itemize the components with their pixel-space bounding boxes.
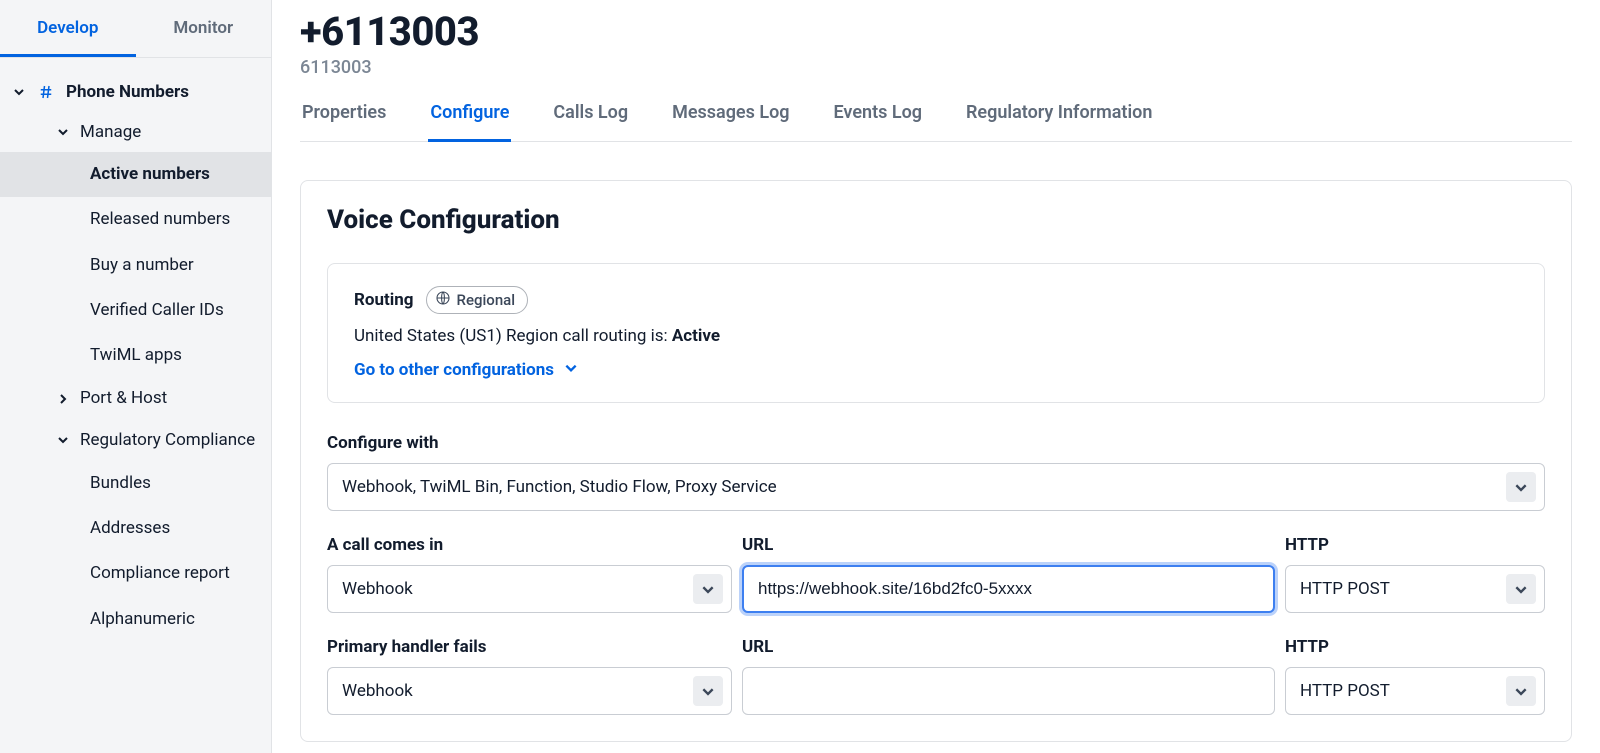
nav-item-buy-a-number[interactable]: Buy a number [0, 243, 271, 288]
primary-fail-http-label: HTTP [1285, 637, 1545, 657]
tab-configure[interactable]: Configure [428, 102, 511, 142]
regional-badge-label: Regional [457, 291, 516, 309]
sidebar-tab-develop[interactable]: Develop [0, 0, 136, 57]
tab-events-log[interactable]: Events Log [832, 102, 925, 142]
call-comes-in-row: A call comes in Webhook URL HTTP HTTP PO… [327, 535, 1545, 613]
nav-item-compliance-report[interactable]: Compliance report [0, 551, 271, 596]
call-in-http-select[interactable]: HTTP POST [1285, 565, 1545, 613]
go-other-configurations-link[interactable]: Go to other configurations [354, 360, 578, 380]
nav-item-addresses[interactable]: Addresses [0, 506, 271, 551]
configure-with-label: Configure with [327, 433, 1545, 453]
primary-fail-select[interactable]: Webhook [327, 667, 732, 715]
routing-box: Routing Regional United States (US1) Reg… [327, 263, 1545, 403]
call-comes-in-value: Webhook [342, 579, 413, 599]
nav-item-bundles[interactable]: Bundles [0, 461, 271, 506]
go-other-label: Go to other configurations [354, 360, 554, 380]
configure-with-value: Webhook, TwiML Bin, Function, Studio Flo… [342, 477, 777, 497]
nav-phone-numbers-label: Phone Numbers [66, 82, 189, 102]
nav-port-host[interactable]: Port & Host [0, 378, 271, 419]
call-comes-in-label: A call comes in [327, 535, 732, 555]
nav-item-verified-caller-ids[interactable]: Verified Caller IDs [0, 288, 271, 333]
routing-status-prefix: United States (US1) Region call routing … [354, 326, 672, 346]
sidebar-tab-monitor[interactable]: Monitor [136, 0, 272, 57]
tab-messages-log[interactable]: Messages Log [670, 102, 791, 142]
sidebar-tabs: Develop Monitor [0, 0, 271, 58]
nav-manage-label: Manage [80, 122, 141, 142]
routing-status: United States (US1) Region call routing … [354, 326, 1518, 346]
primary-handler-fails-row: Primary handler fails Webhook URL HTTP H… [327, 637, 1545, 715]
routing-status-value: Active [672, 326, 720, 346]
chevron-down-icon [12, 86, 26, 98]
nav-item-alphanumeric[interactable]: Alphanumeric [0, 597, 271, 634]
globe-icon [435, 290, 451, 310]
call-in-url-input-wrapper [742, 565, 1275, 613]
chevron-down-icon [1506, 472, 1536, 502]
page-title: +6113003 [300, 8, 1572, 55]
call-in-http-label: HTTP [1285, 535, 1545, 555]
call-in-http-value: HTTP POST [1300, 579, 1390, 599]
sidebar: Develop Monitor Phone Numbers Manage Act… [0, 0, 272, 753]
tab-regulatory-info[interactable]: Regulatory Information [964, 102, 1154, 142]
nav-phone-numbers[interactable]: Phone Numbers [0, 72, 271, 112]
voice-configuration-panel: Voice Configuration Routing Regional Uni… [300, 180, 1572, 742]
chevron-down-icon [56, 434, 70, 446]
regional-badge: Regional [426, 286, 529, 314]
chevron-down-icon [564, 360, 578, 380]
call-in-url-label: URL [742, 535, 1275, 555]
primary-fail-http-value: HTTP POST [1300, 681, 1390, 701]
call-in-url-input[interactable] [758, 567, 1259, 611]
configure-with-select[interactable]: Webhook, TwiML Bin, Function, Studio Flo… [327, 463, 1545, 511]
nav-item-released-numbers[interactable]: Released numbers [0, 197, 271, 242]
primary-fail-url-input[interactable] [757, 668, 1260, 714]
routing-label: Routing [354, 290, 414, 310]
primary-fail-http-select[interactable]: HTTP POST [1285, 667, 1545, 715]
main-content: +6113003 6113003 Properties Configure Ca… [272, 0, 1600, 753]
chevron-down-icon [693, 574, 723, 604]
nav-manage[interactable]: Manage [0, 112, 271, 152]
chevron-down-icon [1506, 574, 1536, 604]
primary-fail-url-input-wrapper [742, 667, 1275, 715]
tab-calls-log[interactable]: Calls Log [551, 102, 630, 142]
nav-item-twiml-apps[interactable]: TwiML apps [0, 333, 271, 378]
voice-config-title: Voice Configuration [327, 205, 1545, 235]
primary-fail-value: Webhook [342, 681, 413, 701]
primary-fail-label: Primary handler fails [327, 637, 732, 657]
hash-icon [36, 82, 56, 102]
tab-properties[interactable]: Properties [300, 102, 388, 142]
chevron-down-icon [1506, 676, 1536, 706]
nav-regulatory-compliance[interactable]: Regulatory Compliance [0, 420, 271, 461]
page-subtitle: 6113003 [300, 57, 1572, 78]
sidebar-nav: Phone Numbers Manage Active numbers Rele… [0, 58, 271, 634]
chevron-down-icon [56, 126, 70, 138]
chevron-down-icon [693, 676, 723, 706]
nav-regulatory-label: Regulatory Compliance [80, 430, 255, 451]
primary-fail-url-label: URL [742, 637, 1275, 657]
content-tabs: Properties Configure Calls Log Messages … [300, 102, 1572, 142]
nav-item-active-numbers[interactable]: Active numbers [0, 152, 271, 197]
nav-port-host-label: Port & Host [80, 388, 167, 409]
chevron-right-icon [56, 393, 70, 405]
call-comes-in-select[interactable]: Webhook [327, 565, 732, 613]
